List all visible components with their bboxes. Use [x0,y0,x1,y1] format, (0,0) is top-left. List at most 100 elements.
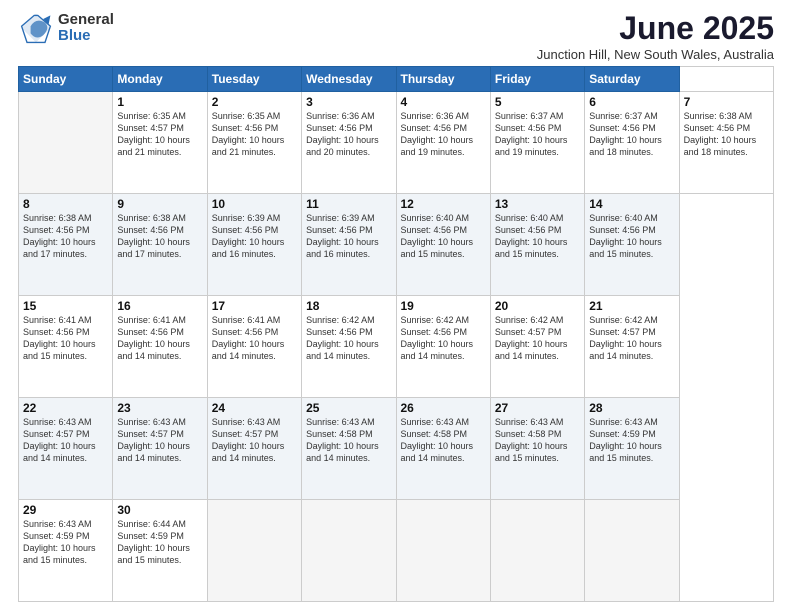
day-info: Sunrise: 6:39 AMSunset: 4:56 PMDaylight:… [212,213,285,259]
calendar-day-cell: 22 Sunrise: 6:43 AMSunset: 4:57 PMDaylig… [19,398,113,500]
calendar-header: Sunday Monday Tuesday Wednesday Thursday… [19,67,774,92]
day-info: Sunrise: 6:40 AMSunset: 4:56 PMDaylight:… [495,213,568,259]
day-info: Sunrise: 6:38 AMSunset: 4:56 PMDaylight:… [684,111,757,157]
calendar-week-row: 29 Sunrise: 6:43 AMSunset: 4:59 PMDaylig… [19,500,774,602]
calendar-day-cell: 20 Sunrise: 6:42 AMSunset: 4:57 PMDaylig… [490,296,584,398]
day-info: Sunrise: 6:41 AMSunset: 4:56 PMDaylight:… [117,315,190,361]
day-number: 28 [589,401,674,415]
day-info: Sunrise: 6:43 AMSunset: 4:57 PMDaylight:… [212,417,285,463]
day-info: Sunrise: 6:38 AMSunset: 4:56 PMDaylight:… [117,213,190,259]
calendar-subtitle: Junction Hill, New South Wales, Australi… [537,47,774,62]
day-number: 19 [401,299,486,313]
col-tuesday: Tuesday [207,67,301,92]
day-info: Sunrise: 6:43 AMSunset: 4:58 PMDaylight:… [401,417,474,463]
day-number: 9 [117,197,202,211]
calendar-day-cell [302,500,396,602]
calendar-day-cell: 14 Sunrise: 6:40 AMSunset: 4:56 PMDaylig… [585,194,679,296]
day-number: 20 [495,299,580,313]
day-info: Sunrise: 6:43 AMSunset: 4:58 PMDaylight:… [306,417,379,463]
calendar-day-cell: 15 Sunrise: 6:41 AMSunset: 4:56 PMDaylig… [19,296,113,398]
day-info: Sunrise: 6:42 AMSunset: 4:57 PMDaylight:… [495,315,568,361]
calendar-week-row: 22 Sunrise: 6:43 AMSunset: 4:57 PMDaylig… [19,398,774,500]
day-number: 27 [495,401,580,415]
col-saturday: Saturday [585,67,679,92]
day-number: 6 [589,95,674,109]
logo-blue-text: Blue [58,28,114,45]
calendar-day-cell [207,500,301,602]
day-number: 13 [495,197,580,211]
day-number: 4 [401,95,486,109]
day-info: Sunrise: 6:43 AMSunset: 4:59 PMDaylight:… [589,417,662,463]
day-info: Sunrise: 6:42 AMSunset: 4:57 PMDaylight:… [589,315,662,361]
day-number: 24 [212,401,297,415]
day-info: Sunrise: 6:41 AMSunset: 4:56 PMDaylight:… [23,315,96,361]
col-wednesday: Wednesday [302,67,396,92]
day-number: 23 [117,401,202,415]
day-number: 2 [212,95,297,109]
day-number: 7 [684,95,769,109]
day-number: 12 [401,197,486,211]
calendar-day-cell: 3 Sunrise: 6:36 AMSunset: 4:56 PMDayligh… [302,92,396,194]
calendar-day-cell: 23 Sunrise: 6:43 AMSunset: 4:57 PMDaylig… [113,398,207,500]
calendar-week-row: 15 Sunrise: 6:41 AMSunset: 4:56 PMDaylig… [19,296,774,398]
day-number: 5 [495,95,580,109]
page: General Blue June 2025 Junction Hill, Ne… [0,0,792,612]
logo-general-text: General [58,12,114,29]
day-info: Sunrise: 6:43 AMSunset: 4:57 PMDaylight:… [23,417,96,463]
day-info: Sunrise: 6:43 AMSunset: 4:57 PMDaylight:… [117,417,190,463]
day-info: Sunrise: 6:42 AMSunset: 4:56 PMDaylight:… [306,315,379,361]
col-thursday: Thursday [396,67,490,92]
day-number: 30 [117,503,202,517]
day-number: 18 [306,299,391,313]
logo: General Blue [18,10,114,46]
day-number: 16 [117,299,202,313]
day-info: Sunrise: 6:40 AMSunset: 4:56 PMDaylight:… [401,213,474,259]
logo-icon [18,10,54,46]
day-number: 17 [212,299,297,313]
calendar-body: 1 Sunrise: 6:35 AMSunset: 4:57 PMDayligh… [19,92,774,602]
calendar-title: June 2025 [537,10,774,47]
calendar-day-cell: 30 Sunrise: 6:44 AMSunset: 4:59 PMDaylig… [113,500,207,602]
calendar-day-cell: 29 Sunrise: 6:43 AMSunset: 4:59 PMDaylig… [19,500,113,602]
calendar-day-cell: 25 Sunrise: 6:43 AMSunset: 4:58 PMDaylig… [302,398,396,500]
day-number: 21 [589,299,674,313]
col-sunday: Sunday [19,67,113,92]
calendar-day-cell: 26 Sunrise: 6:43 AMSunset: 4:58 PMDaylig… [396,398,490,500]
calendar-day-cell: 1 Sunrise: 6:35 AMSunset: 4:57 PMDayligh… [113,92,207,194]
calendar-day-cell [396,500,490,602]
calendar-day-cell: 2 Sunrise: 6:35 AMSunset: 4:56 PMDayligh… [207,92,301,194]
day-number: 29 [23,503,108,517]
day-number: 15 [23,299,108,313]
day-number: 11 [306,197,391,211]
day-info: Sunrise: 6:36 AMSunset: 4:56 PMDaylight:… [306,111,379,157]
calendar-day-cell: 16 Sunrise: 6:41 AMSunset: 4:56 PMDaylig… [113,296,207,398]
day-number: 10 [212,197,297,211]
calendar-day-cell: 11 Sunrise: 6:39 AMSunset: 4:56 PMDaylig… [302,194,396,296]
calendar-day-cell: 18 Sunrise: 6:42 AMSunset: 4:56 PMDaylig… [302,296,396,398]
calendar-day-cell: 19 Sunrise: 6:42 AMSunset: 4:56 PMDaylig… [396,296,490,398]
day-info: Sunrise: 6:40 AMSunset: 4:56 PMDaylight:… [589,213,662,259]
calendar-week-row: 8 Sunrise: 6:38 AMSunset: 4:56 PMDayligh… [19,194,774,296]
day-info: Sunrise: 6:44 AMSunset: 4:59 PMDaylight:… [117,519,190,565]
day-number: 3 [306,95,391,109]
day-info: Sunrise: 6:35 AMSunset: 4:56 PMDaylight:… [212,111,285,157]
day-info: Sunrise: 6:39 AMSunset: 4:56 PMDaylight:… [306,213,379,259]
day-info: Sunrise: 6:43 AMSunset: 4:58 PMDaylight:… [495,417,568,463]
day-info: Sunrise: 6:36 AMSunset: 4:56 PMDaylight:… [401,111,474,157]
calendar-day-cell: 27 Sunrise: 6:43 AMSunset: 4:58 PMDaylig… [490,398,584,500]
day-number: 22 [23,401,108,415]
calendar-day-cell: 8 Sunrise: 6:38 AMSunset: 4:56 PMDayligh… [19,194,113,296]
calendar-week-row: 1 Sunrise: 6:35 AMSunset: 4:57 PMDayligh… [19,92,774,194]
day-number: 8 [23,197,108,211]
day-number: 26 [401,401,486,415]
calendar-day-cell: 24 Sunrise: 6:43 AMSunset: 4:57 PMDaylig… [207,398,301,500]
calendar-day-cell: 6 Sunrise: 6:37 AMSunset: 4:56 PMDayligh… [585,92,679,194]
day-info: Sunrise: 6:38 AMSunset: 4:56 PMDaylight:… [23,213,96,259]
day-info: Sunrise: 6:37 AMSunset: 4:56 PMDaylight:… [495,111,568,157]
calendar-day-cell: 5 Sunrise: 6:37 AMSunset: 4:56 PMDayligh… [490,92,584,194]
day-info: Sunrise: 6:43 AMSunset: 4:59 PMDaylight:… [23,519,96,565]
calendar-day-cell: 21 Sunrise: 6:42 AMSunset: 4:57 PMDaylig… [585,296,679,398]
calendar-day-cell [19,92,113,194]
col-monday: Monday [113,67,207,92]
title-block: June 2025 Junction Hill, New South Wales… [537,10,774,62]
